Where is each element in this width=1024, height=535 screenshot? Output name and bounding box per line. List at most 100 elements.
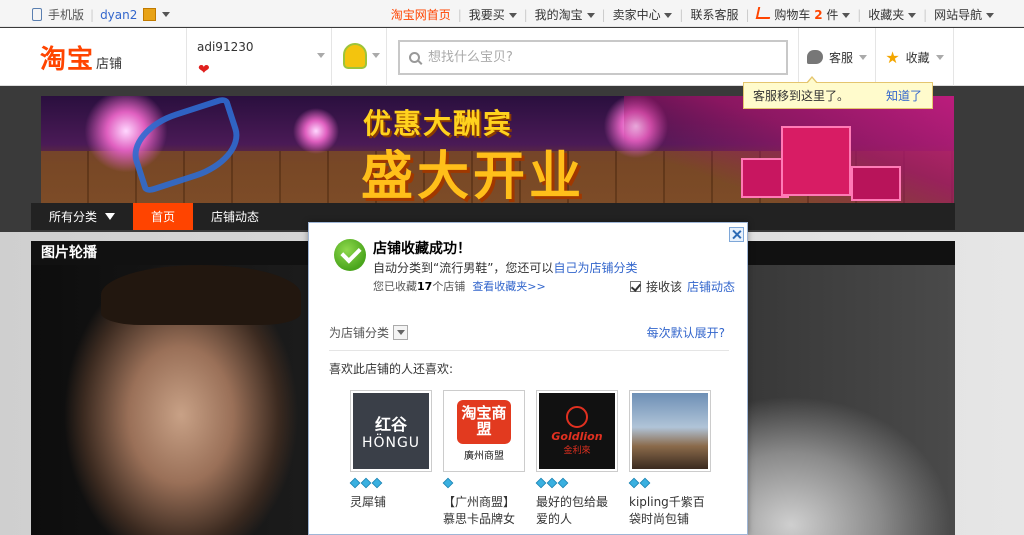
logo-main-text: 淘宝	[40, 45, 95, 75]
shop-logo-image[interactable]: 淘宝商盟 廣州商盟	[443, 390, 525, 472]
i-want-to-buy-menu[interactable]: 我要买	[469, 6, 517, 23]
nav-shop-updates[interactable]: 店铺动态	[193, 203, 277, 230]
taobao-home-link[interactable]: 淘宝网首页	[391, 6, 451, 23]
shop-name[interactable]: kipling千紫百 袋时尚包铺	[629, 494, 711, 528]
nav-home[interactable]: 首页	[133, 203, 194, 230]
mobile-version-link[interactable]: 手机版	[48, 6, 84, 23]
favorite-shop-button[interactable]: ★ 收藏	[876, 28, 954, 86]
shop-name-line: 灵犀铺	[350, 495, 387, 509]
my-taobao-label: 我的淘宝	[534, 8, 583, 22]
search-box[interactable]	[398, 40, 788, 75]
category-dropdown-button[interactable]	[393, 325, 409, 340]
seller-info-dropdown[interactable]: adi91230 ❤	[186, 28, 332, 86]
shop-name[interactable]: 灵犀铺	[350, 494, 432, 511]
custom-category-link[interactable]: 自己为店铺分类	[553, 261, 637, 275]
shop-rating-dropdown[interactable]	[333, 28, 387, 86]
seller-center-menu[interactable]: 卖家中心	[613, 6, 673, 23]
separator: |	[923, 7, 928, 22]
mobile-phone-icon	[32, 8, 42, 21]
favorite-success-dialog: 店铺收藏成功！ 自动分类到“流行男鞋”，您还可以自己为店铺分类 您已收藏17个店…	[308, 222, 748, 535]
category-select-label: 为店铺分类	[329, 326, 390, 340]
chevron-down-icon	[664, 13, 673, 18]
close-icon[interactable]	[729, 227, 744, 242]
shop-name-line: kipling千紫百	[629, 495, 705, 509]
recommended-shop-item[interactable]: Goldlion 金利來 最好的包给最 爱的人	[535, 390, 618, 528]
shopping-cart-icon	[755, 7, 772, 19]
view-favorites-link[interactable]: 查看收藏夹>>	[472, 280, 545, 293]
topbar-right: 淘宝网首页 | 我要买 | 我的淘宝 | 卖家中心 | 联系客服 | 购物车 2…	[391, 6, 994, 23]
chevron-down-icon	[586, 13, 595, 18]
shop-name-line: 最好的包给最	[536, 495, 609, 509]
shop-name-line: 袋时尚包铺	[629, 512, 690, 526]
separator: |	[90, 7, 95, 22]
username-link[interactable]: dyan2	[100, 8, 137, 22]
shop-logo-subtext: HÖNGU	[361, 435, 421, 451]
shop-logo-text: 红谷	[374, 415, 407, 434]
subscribe-label: 接收该	[646, 280, 683, 294]
diamond-rating	[349, 477, 432, 490]
shop-name[interactable]: 【广州商盟】 慕思卡品牌女	[443, 494, 525, 528]
heart-rating-icon: ❤	[198, 62, 210, 78]
shop-logo-subtext: 廣州商盟	[464, 451, 504, 462]
cart-menu[interactable]: 购物车 2 件	[755, 6, 851, 23]
subscribe-checkbox[interactable]	[630, 281, 641, 292]
dialog-title: 店铺收藏成功！	[373, 241, 471, 257]
diamond-icon	[535, 477, 547, 489]
cart-unit: 件	[826, 8, 839, 22]
shop-banner: 优惠大酬宾 盛大开业	[41, 96, 954, 203]
shop-header: 淘宝 店铺 adi91230 ❤ 客服 ★ 收藏	[0, 28, 1024, 86]
nav-shop-updates-label: 店铺动态	[211, 210, 260, 224]
diamond-rating	[628, 477, 711, 490]
shop-logo-image[interactable]: 红谷 HÖNGU	[350, 390, 432, 472]
shop-logo-text: 淘宝商盟	[457, 400, 511, 444]
thumbs-up-icon	[343, 43, 367, 69]
shop-photo-image[interactable]	[629, 390, 711, 472]
success-check-icon	[334, 239, 366, 271]
recommended-shop-item[interactable]: 红谷 HÖNGU 灵犀铺	[349, 390, 432, 528]
category-select[interactable]: 为店铺分类	[329, 324, 409, 341]
auto-category-message: 自动分类到“流行男鞋”，您还可以自己为店铺分类	[373, 259, 637, 276]
triangle-down-icon	[105, 213, 116, 220]
diamond-icon	[349, 477, 361, 489]
favorites-label: 收藏夹	[868, 8, 905, 22]
default-expand-link[interactable]: 每次默认展开?	[647, 324, 725, 341]
banner-grand-opening: 盛大开业	[361, 147, 586, 203]
chevron-down-icon	[908, 13, 917, 18]
nav-all-categories-label: 所有分类	[49, 210, 98, 224]
diamond-icon	[628, 477, 640, 489]
seller-center-label: 卖家中心	[612, 8, 661, 22]
topbar-left: 手机版 | dyan2	[32, 6, 171, 23]
search-icon	[409, 52, 420, 63]
favorites-menu[interactable]: 收藏夹	[868, 6, 917, 23]
nav-all-categories[interactable]: 所有分类	[31, 203, 133, 230]
service-moved-tooltip: 客服移到这里了。 知道了	[743, 76, 933, 109]
recommended-shop-item[interactable]: kipling千紫百 袋时尚包铺	[628, 390, 711, 528]
vip-badge-icon	[143, 8, 157, 21]
user-menu-caret-icon[interactable]	[162, 12, 171, 17]
shop-logo-image[interactable]: Goldlion 金利來	[536, 390, 618, 472]
separator: |	[601, 7, 606, 22]
chevron-down-icon	[859, 54, 867, 60]
search-input[interactable]	[428, 50, 768, 65]
contact-service-link[interactable]: 联系客服	[690, 6, 738, 23]
tooltip-text: 客服移到这里了。	[753, 89, 850, 103]
favorite-label: 收藏	[905, 50, 930, 65]
also-like-heading: 喜欢此店铺的人还喜欢:	[329, 362, 454, 376]
cart-label: 购物车	[774, 8, 811, 22]
my-taobao-menu[interactable]: 我的淘宝	[535, 6, 595, 23]
separator: |	[523, 7, 528, 22]
taobao-shop-logo[interactable]: 淘宝 店铺	[40, 39, 122, 76]
chevron-down-icon	[396, 330, 405, 335]
shop-name[interactable]: 最好的包给最 爱的人	[536, 494, 618, 528]
chat-bubble-icon	[806, 50, 823, 64]
separator: |	[745, 7, 750, 22]
recommended-shop-item[interactable]: 淘宝商盟 廣州商盟 【广州商盟】 慕思卡品牌女	[442, 390, 525, 528]
shop-logo-text: Goldlion	[551, 430, 603, 443]
tooltip-got-it-link[interactable]: 知道了	[886, 87, 922, 104]
subscribe-updates-option[interactable]: 接收该 店铺动态	[630, 278, 735, 295]
shop-updates-link[interactable]: 店铺动态	[687, 278, 735, 295]
gift-box-decoration	[781, 126, 851, 196]
goldlion-emblem-icon	[566, 406, 588, 428]
chevron-down-icon	[372, 53, 380, 58]
site-nav-menu[interactable]: 网站导航	[934, 6, 994, 23]
